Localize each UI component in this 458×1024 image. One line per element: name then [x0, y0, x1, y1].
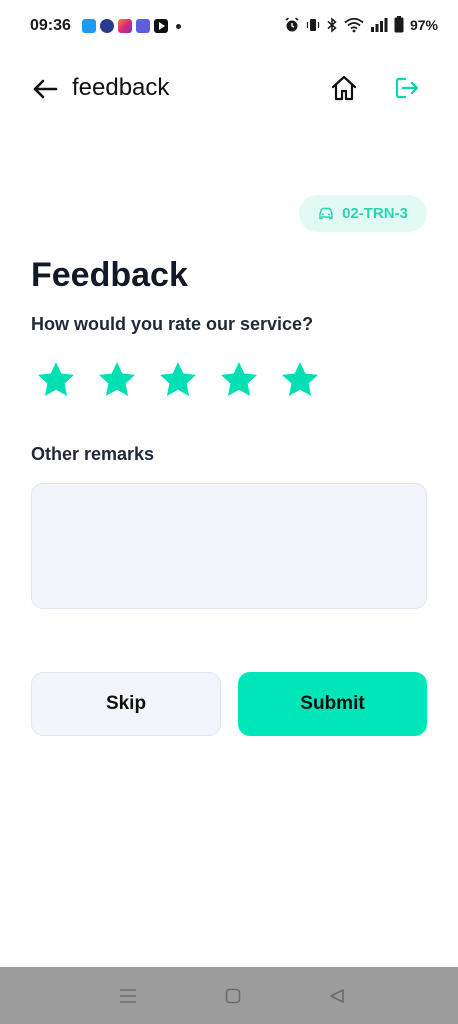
- page-title: Feedback: [31, 256, 188, 294]
- battery-icon: [394, 16, 404, 33]
- youtube-icon: [154, 19, 168, 33]
- rating-question: How would you rate our service?: [31, 314, 314, 334]
- system-nav-bar: [0, 967, 458, 1024]
- more-notifications-icon: [176, 23, 181, 29]
- wifi-icon: [344, 17, 364, 32]
- arrow-left-icon: [33, 79, 58, 99]
- bluetooth-icon: [327, 16, 337, 33]
- signal-icon: [370, 17, 388, 32]
- star-rating: [36, 360, 320, 400]
- status-bar: 09:36 97%: [0, 0, 458, 54]
- star-icon[interactable]: [219, 360, 259, 400]
- header-title: feedback: [72, 74, 170, 101]
- star-icon[interactable]: [280, 360, 320, 400]
- home-nav-button[interactable]: [220, 984, 246, 1008]
- menu-icon: [120, 989, 136, 1003]
- battery-percentage: 97%: [409, 16, 438, 33]
- back-button[interactable]: [30, 74, 60, 104]
- skip-button-label: Skip: [105, 693, 147, 714]
- remarks-label: Other remarks: [31, 444, 155, 464]
- triangle-back-icon: [330, 989, 344, 1003]
- home-icon: [331, 75, 357, 101]
- app-header: feedback: [0, 60, 458, 116]
- instagram-icon: [118, 19, 132, 33]
- logout-icon: [395, 77, 419, 99]
- submit-button[interactable]: Submit: [238, 672, 427, 736]
- recent-apps-button[interactable]: [115, 984, 141, 1008]
- home-button[interactable]: [328, 72, 360, 104]
- star-icon[interactable]: [158, 360, 198, 400]
- app-notification-icon: [100, 19, 114, 33]
- logout-button[interactable]: [391, 72, 423, 104]
- car-icon: [319, 207, 333, 219]
- messaging-app-icon: [82, 19, 96, 33]
- app-notification-icon: [136, 19, 150, 33]
- star-icon[interactable]: [36, 360, 76, 400]
- status-time: 09:36: [30, 17, 71, 34]
- screen: 09:36 97% feedback 02-TRN-3 Feedback How…: [0, 0, 458, 1024]
- remarks-textarea[interactable]: [31, 483, 427, 609]
- star-icon[interactable]: [97, 360, 137, 400]
- back-nav-button[interactable]: [324, 984, 350, 1008]
- system-icons: 97%: [284, 16, 438, 33]
- alarm-icon: [285, 16, 299, 31]
- notification-icons: [82, 19, 181, 33]
- vibrate-icon: [306, 18, 320, 31]
- vehicle-chip: 02-TRN-3: [299, 195, 427, 232]
- skip-button[interactable]: Skip: [31, 672, 221, 736]
- submit-button-label: Submit: [300, 693, 365, 714]
- vehicle-plate: 02-TRN-3: [342, 205, 408, 222]
- square-icon: [225, 988, 241, 1004]
